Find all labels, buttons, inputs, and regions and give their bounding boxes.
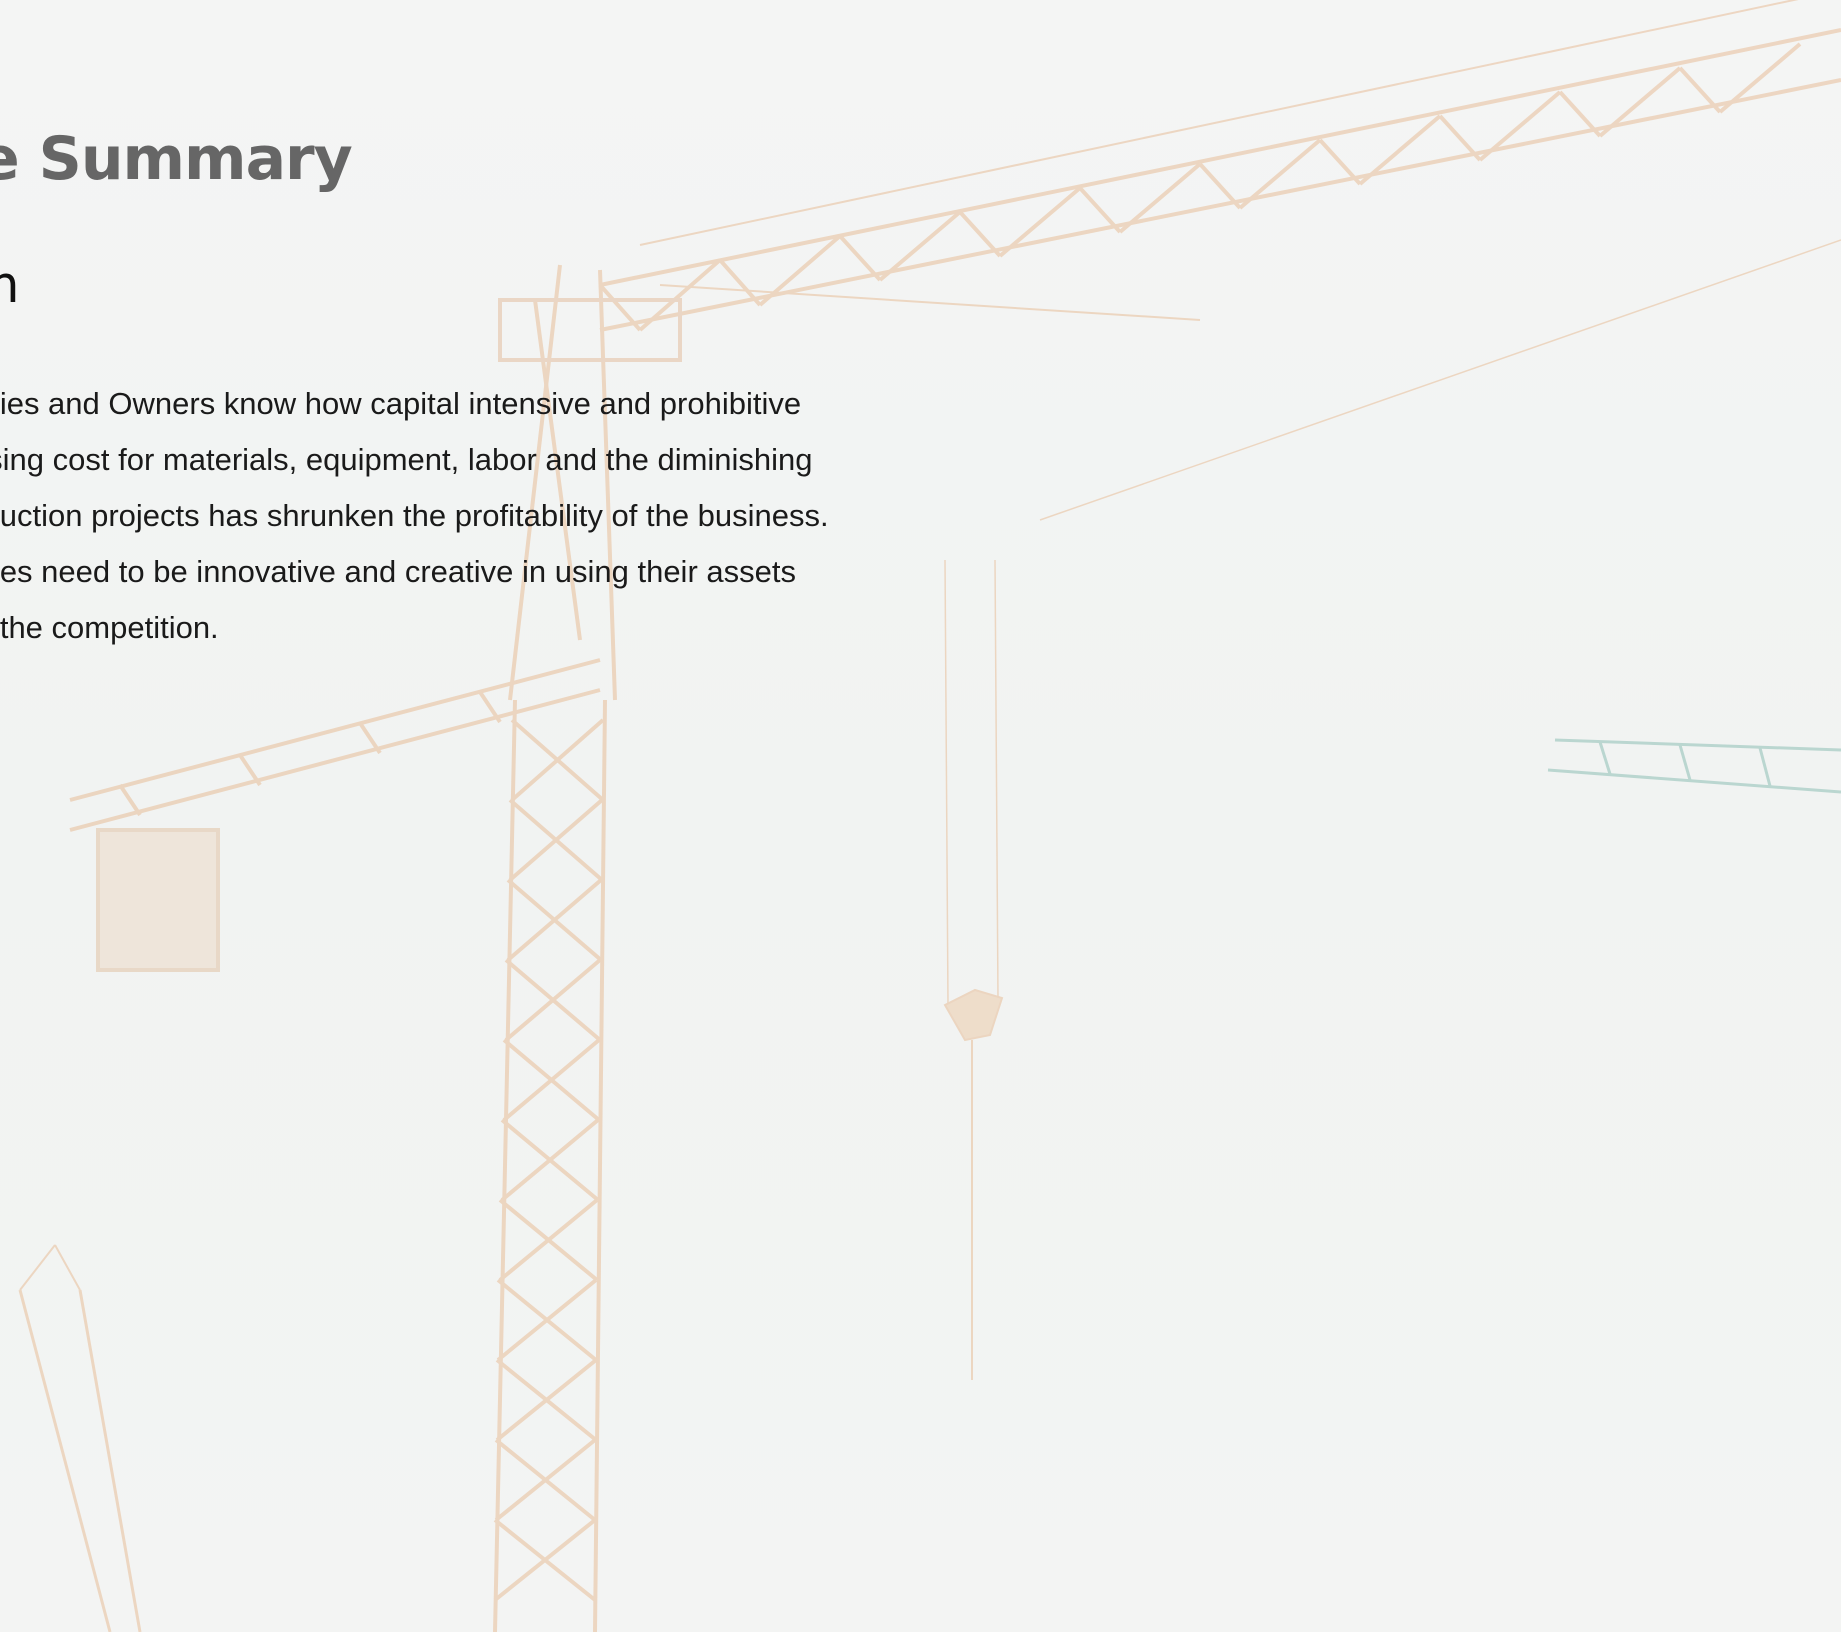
paragraph-line: the industry is. The rising cost for mat… xyxy=(0,442,813,477)
crane-jib xyxy=(598,28,1841,332)
crane-mast xyxy=(493,699,607,1632)
document-page: Executive Summary The Problem Constructi… xyxy=(0,0,1841,1632)
crane-counter-jib xyxy=(69,658,601,832)
paragraph-line: profit margin of construction projects h… xyxy=(0,498,829,533)
section-title: Executive Summary xyxy=(0,124,353,194)
problem-heading: The Problem xyxy=(0,256,20,315)
paragraph-line: Construction Companies and Owners know h… xyxy=(0,386,802,421)
problem-paragraph: Construction Companies and Owners know h… xyxy=(0,376,1000,656)
paragraph-line: and capital to survive the competition. xyxy=(0,610,219,645)
tower-crane-photo xyxy=(18,0,1841,1632)
paragraph-line: Construction companies need to be innova… xyxy=(0,554,796,589)
